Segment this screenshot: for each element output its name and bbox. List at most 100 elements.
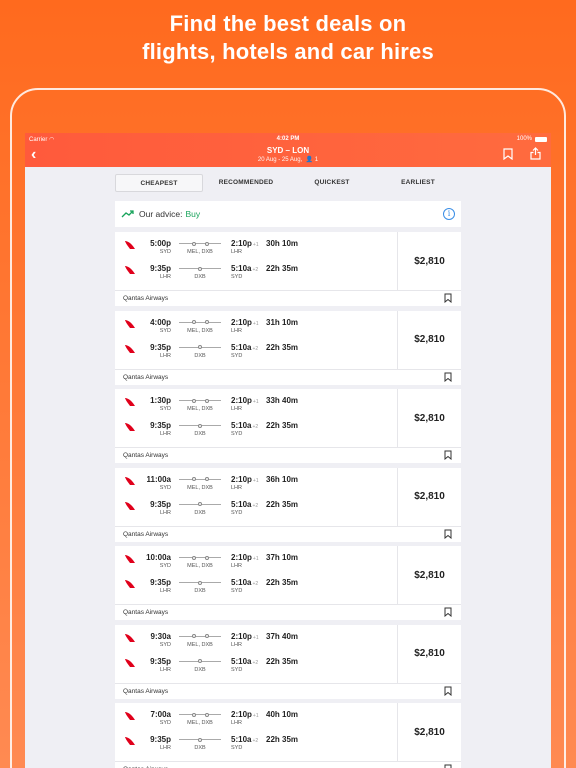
layover-airports: MEL, DXB [187, 406, 213, 412]
flight-result-card[interactable]: 9:30a SYD MEL, DXB 2:10p+1 LHR 37h 40m 9… [115, 624, 461, 699]
info-icon[interactable]: i [443, 208, 455, 220]
bookmark-icon[interactable] [444, 529, 452, 539]
arrival-time: 5:10a+2 [231, 578, 258, 587]
day-offset: +2 [252, 659, 259, 666]
nav-bar: ‹ SYD – LON 20 Aug - 25 Aug, 👤 1 [25, 144, 551, 167]
return-leg: 9:35p LHR DXB 5:10a+2 SYD 22h 35m [115, 499, 397, 521]
flight-duration: 36h 10m [266, 474, 299, 484]
flight-result-card[interactable]: 1:30p SYD MEL, DXB 2:10p+1 LHR 33h 40m 9… [115, 389, 461, 463]
arrival-time-value: 5:10a [231, 735, 252, 744]
qantas-logo-icon [125, 266, 135, 274]
tab-recommended[interactable]: RECOMMENDED [203, 174, 289, 192]
bookmark-icon[interactable] [444, 686, 452, 696]
layover-airports: MEL, DXB [187, 563, 213, 569]
arrival-time: 2:10p+1 [231, 475, 259, 484]
qantas-logo-icon [125, 712, 135, 720]
arrival-airport: SYD [231, 666, 243, 673]
airline-name: Qantas Airways [115, 525, 461, 542]
route-line [179, 320, 221, 324]
flight-duration: 37h 10m [266, 553, 299, 562]
qantas-logo-icon [125, 580, 135, 588]
airline-name: Qantas Airways [115, 604, 461, 620]
airline-name: Qantas Airways [115, 447, 461, 463]
flight-result-card[interactable]: 4:00p SYD MEL, DXB 2:10p+1 LHR 31h 10m 9… [115, 310, 461, 385]
route-title: SYD – LON [266, 146, 310, 155]
flight-duration: 22h 35m [266, 578, 299, 587]
arrival-airport: SYD [231, 431, 243, 437]
airline-name: Qantas Airways [115, 682, 461, 699]
arrival-time-value: 5:10a [231, 499, 252, 509]
top-bar: Carrier ◠ 4:02 PM 100% ‹ SYD – LON 20 Au… [25, 133, 551, 167]
flight-result-card[interactable]: 10:00a SYD MEL, DXB 2:10p+1 LHR 37h 10m … [115, 546, 461, 620]
arrival-time: 5:10a+2 [231, 264, 258, 273]
arrival-time-value: 5:10a [231, 578, 252, 587]
route-line [179, 423, 221, 428]
return-leg: 9:35p LHR DXB 5:10a+2 SYD 22h 35m [115, 656, 397, 678]
bookmark-icon[interactable] [444, 764, 452, 768]
stop-dot [198, 502, 202, 506]
departure-time: 10:00a [146, 553, 171, 562]
qantas-logo-icon [125, 423, 135, 431]
departure-airport: SYD [159, 484, 171, 491]
stop-dot [198, 266, 202, 271]
passenger-icon: 👤 [305, 157, 314, 163]
departure-airport: SYD [159, 563, 171, 569]
departure-airport: SYD [159, 327, 171, 334]
share-icon[interactable] [530, 147, 541, 160]
stop-dot [198, 423, 202, 428]
flight-result-card[interactable]: 7:00a SYD MEL, DXB 2:10p+1 LHR 40h 10m 9… [115, 703, 461, 768]
departure-airport: LHR [159, 588, 171, 594]
arrival-time-value: 2:10p [231, 710, 252, 719]
bookmark-icon[interactable] [444, 293, 452, 303]
bookmark-icon[interactable] [444, 607, 452, 617]
arrival-time: 2:10p+1 [231, 239, 259, 248]
qantas-logo-icon [125, 319, 135, 328]
tab-cheapest[interactable]: CHEAPEST [115, 174, 203, 192]
qantas-logo-icon [125, 737, 135, 745]
route-line [179, 737, 221, 742]
stop-dot [205, 555, 209, 560]
results-list: 5:00p SYD MEL, DXB 2:10p+1 LHR 30h 10m 9… [115, 232, 461, 768]
departure-time: 9:35p [150, 342, 171, 352]
tab-earliest[interactable]: EARLIEST [375, 174, 461, 192]
departure-airport: SYD [159, 720, 171, 726]
price: $2,810 [397, 310, 461, 369]
flight-duration: 22h 35m [266, 656, 299, 666]
day-offset: +1 [252, 556, 259, 562]
day-offset: +2 [252, 738, 259, 744]
flight-duration: 37h 40m [266, 631, 299, 641]
stop-dot [205, 634, 209, 638]
flight-result-card[interactable]: 11:00a SYD MEL, DXB 2:10p+1 LHR 36h 10m … [115, 467, 461, 542]
flight-duration: 22h 35m [266, 421, 299, 430]
flight-duration: 22h 35m [266, 735, 299, 744]
bookmark-icon[interactable] [503, 148, 513, 160]
day-offset: +1 [252, 477, 259, 484]
tab-quickest[interactable]: QUICKEST [289, 174, 375, 192]
arrival-time-value: 5:10a [231, 656, 252, 666]
departure-time: 7:00a [150, 710, 171, 719]
bookmark-icon[interactable] [444, 450, 452, 460]
departure-airport: LHR [159, 431, 171, 437]
flight-duration: 31h 10m [266, 317, 299, 327]
flight-result-card[interactable]: 5:00p SYD MEL, DXB 2:10p+1 LHR 30h 10m 9… [115, 232, 461, 306]
airline-name: Qantas Airways [115, 368, 461, 385]
outbound-leg: 5:00p SYD MEL, DXB 2:10p+1 LHR 30h 10m [115, 238, 397, 260]
route-line [179, 266, 221, 271]
layover-airports: MEL, DXB [187, 249, 213, 255]
qantas-logo-icon [125, 344, 135, 353]
bookmark-icon[interactable] [444, 372, 452, 382]
departure-time: 11:00a [146, 474, 171, 484]
day-offset: +1 [252, 242, 259, 248]
qantas-logo-icon [125, 501, 135, 510]
stop-dot [192, 320, 196, 324]
arrival-time: 5:10a+2 [231, 343, 258, 352]
price-advice-banner: Our advice: Buy i [115, 201, 461, 227]
qantas-logo-icon [125, 658, 135, 667]
arrival-time: 5:10a+2 [231, 657, 258, 666]
route-line [179, 502, 221, 506]
route-line [179, 345, 221, 349]
outbound-leg: 7:00a SYD MEL, DXB 2:10p+1 LHR 40h 10m [115, 709, 397, 731]
layover-airports: DXB [194, 666, 206, 673]
arrival-time: 2:10p+1 [231, 553, 259, 562]
arrival-time: 2:10p+1 [231, 396, 259, 405]
